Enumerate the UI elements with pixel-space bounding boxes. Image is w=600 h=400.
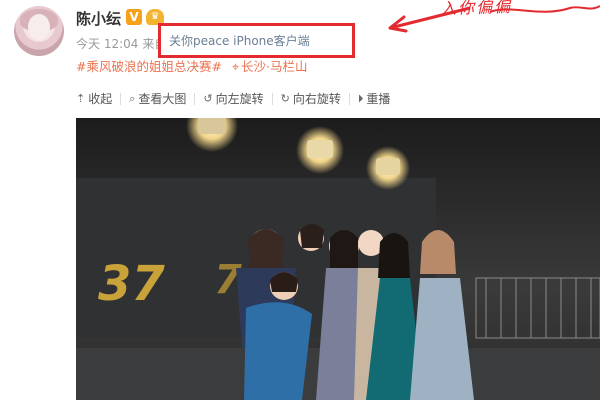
rotate-right-label: 向右旋转 xyxy=(292,92,341,106)
image-toolbar: ⇡ 收起 ⌕ 查看大图 ↺ 向左旋转 ↻ 向右旋转 ⏵ 重播 xyxy=(76,90,390,107)
stage-photo: 37 7 xyxy=(76,118,600,400)
author-avatar[interactable] xyxy=(14,6,64,56)
stage-logo: 37 xyxy=(98,256,165,312)
post-time[interactable]: 今天 12:04 xyxy=(76,37,138,51)
toolbar-divider xyxy=(271,92,273,105)
post-photo[interactable]: 37 7 xyxy=(76,118,600,400)
replay-label: 重播 xyxy=(366,92,391,106)
view-large-label: 查看大图 xyxy=(138,92,187,106)
performers xyxy=(236,224,474,400)
handwritten-annotation: 入你偏偏 xyxy=(439,0,513,19)
play-circle-icon: ⏵ xyxy=(357,91,364,105)
rotate-left-button[interactable]: ↺ 向左旋转 xyxy=(203,90,263,107)
magnifier-icon: ⌕ xyxy=(129,91,136,105)
source-highlight-box: 关你peace iPhone客户端 xyxy=(158,23,355,58)
author-name[interactable]: 陈小纭 xyxy=(76,8,121,29)
rotate-left-label: 向左旋转 xyxy=(215,92,264,106)
toolbar-divider xyxy=(194,92,196,105)
location-link[interactable]: ⌖ 长沙·马栏山 xyxy=(232,59,308,74)
toolbar-divider xyxy=(348,92,350,105)
location-label: 长沙·马栏山 xyxy=(241,59,308,74)
location-pin-icon: ⌖ xyxy=(231,59,239,74)
avatar-face xyxy=(28,14,50,40)
arrow-up-icon: ⇡ xyxy=(76,92,86,105)
rotate-right-button[interactable]: ↻ 向右旋转 xyxy=(281,90,341,107)
post-source[interactable]: 关你peace iPhone客户端 xyxy=(169,32,310,49)
collapse-button[interactable]: ⇡ 收起 xyxy=(76,90,112,107)
collapse-label: 收起 xyxy=(88,92,113,106)
rotate-right-icon: ↻ xyxy=(280,92,290,105)
topic-line: #乘风破浪的姐姐总决赛# ⌖ 长沙·马栏山 xyxy=(76,56,307,75)
verified-badge-icon: V xyxy=(126,9,142,25)
rotate-left-icon: ↺ xyxy=(203,92,213,105)
view-large-button[interactable]: ⌕ 查看大图 xyxy=(129,90,186,107)
post-meta: 今天 12:04 来自 xyxy=(76,35,166,52)
toolbar-divider xyxy=(120,92,122,105)
topic-link[interactable]: #乘风破浪的姐姐总决赛# xyxy=(76,59,222,74)
replay-button[interactable]: ⏵ 重播 xyxy=(358,90,391,107)
